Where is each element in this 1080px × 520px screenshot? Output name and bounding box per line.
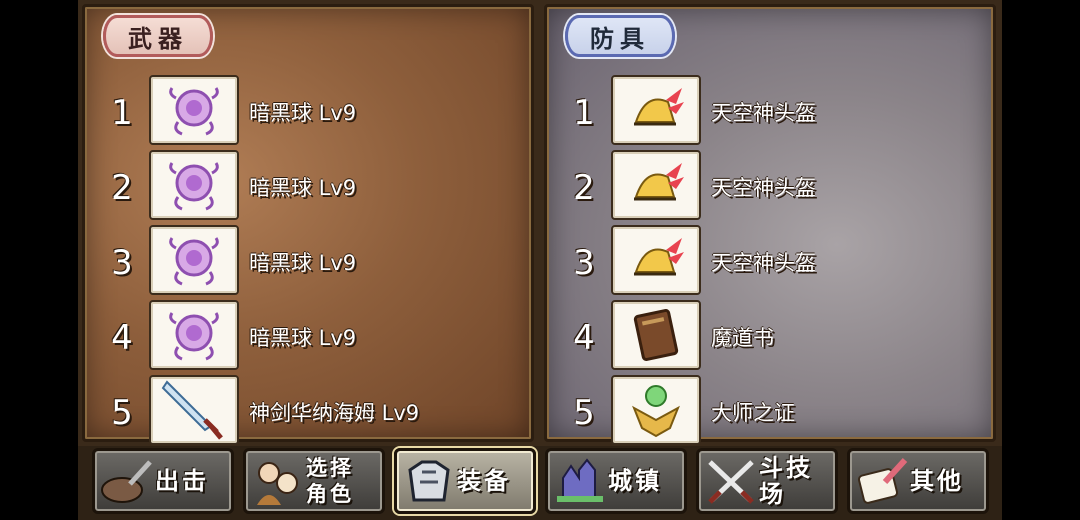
town-button[interactable]: 城镇 bbox=[545, 448, 687, 514]
weapon-name: 暗黑球 Lv9 bbox=[249, 251, 357, 275]
armor-name: 魔道书 bbox=[711, 326, 774, 350]
armor-icon bbox=[401, 453, 457, 509]
weapon-slot-4[interactable]: 4 暗黑球 Lv9 bbox=[85, 300, 531, 372]
arena-button[interactable]: 斗技场 bbox=[696, 448, 838, 514]
other-label: 其他 bbox=[910, 467, 964, 495]
armor-name: 大师之证 bbox=[711, 401, 795, 425]
weapons-panel: 武器 1 暗黑球 Lv9 2 暗黑球 Lv9 3 暗黑球 Lv9 4 暗黑球 L… bbox=[82, 4, 534, 445]
arena-label: 斗技场 bbox=[759, 454, 813, 508]
weapon-name: 暗黑球 Lv9 bbox=[249, 101, 357, 125]
characters-icon bbox=[250, 453, 306, 509]
town-label: 城镇 bbox=[608, 467, 662, 495]
armor-slot-5[interactable]: 5 大师之证 bbox=[547, 375, 993, 447]
dark-orb-icon[interactable] bbox=[149, 150, 239, 220]
armor-slot-3[interactable]: 3 天空神头盔 bbox=[547, 225, 993, 297]
game-screen: 武器 1 暗黑球 Lv9 2 暗黑球 Lv9 3 暗黑球 Lv9 4 暗黑球 L… bbox=[78, 0, 1002, 520]
slot-number: 2 bbox=[111, 168, 133, 208]
war-horn-icon bbox=[99, 453, 155, 509]
slot-number: 3 bbox=[573, 243, 595, 283]
armor-slot-1[interactable]: 1 天空神头盔 bbox=[547, 75, 993, 147]
armor-slot-4[interactable]: 4 魔道书 bbox=[547, 300, 993, 372]
sortie-button[interactable]: 出击 bbox=[92, 448, 234, 514]
slot-number: 1 bbox=[573, 93, 595, 133]
dark-orb-icon[interactable] bbox=[149, 75, 239, 145]
select-character-label: 选择角色 bbox=[306, 456, 354, 506]
slot-number: 1 bbox=[111, 93, 133, 133]
dark-orb-icon[interactable] bbox=[149, 225, 239, 295]
weapon-slot-1[interactable]: 1 暗黑球 Lv9 bbox=[85, 75, 531, 147]
armor-slot-2[interactable]: 2 天空神头盔 bbox=[547, 150, 993, 222]
winged-helmet-icon[interactable] bbox=[611, 150, 701, 220]
weapon-name: 暗黑球 Lv9 bbox=[249, 176, 357, 200]
armor-tab-label: 防具 bbox=[565, 15, 675, 57]
weapon-slot-3[interactable]: 3 暗黑球 Lv9 bbox=[85, 225, 531, 297]
select-character-button[interactable]: 选择角色 bbox=[243, 448, 385, 514]
slot-number: 3 bbox=[111, 243, 133, 283]
spellbook-icon[interactable] bbox=[611, 300, 701, 370]
slot-number: 2 bbox=[573, 168, 595, 208]
winged-helmet-icon[interactable] bbox=[611, 75, 701, 145]
equipment-button[interactable]: 装备 bbox=[394, 448, 536, 514]
slot-number: 5 bbox=[111, 393, 133, 433]
dark-orb-icon[interactable] bbox=[149, 300, 239, 370]
castle-icon bbox=[552, 453, 608, 509]
armor-name: 天空神头盔 bbox=[711, 101, 816, 125]
scroll-quill-icon bbox=[854, 453, 910, 509]
armor-panel: 防具 1 天空神头盔 2 天空神头盔 3 天空神头盔 4 魔道书 5 大师之证 bbox=[544, 4, 996, 445]
slot-number: 4 bbox=[111, 318, 133, 358]
sword-icon[interactable] bbox=[149, 375, 239, 445]
master-emblem-icon[interactable] bbox=[611, 375, 701, 445]
winged-helmet-icon[interactable] bbox=[611, 225, 701, 295]
weapon-name: 暗黑球 Lv9 bbox=[249, 326, 357, 350]
crossed-swords-icon bbox=[703, 453, 759, 509]
weapon-slot-5[interactable]: 5 神剑华纳海姆 Lv9 bbox=[85, 375, 531, 447]
equipment-label: 装备 bbox=[457, 467, 511, 495]
armor-name: 天空神头盔 bbox=[711, 251, 816, 275]
armor-name: 天空神头盔 bbox=[711, 176, 816, 200]
sortie-label: 出击 bbox=[155, 467, 209, 495]
slot-number: 5 bbox=[573, 393, 595, 433]
bottom-nav: 出击 选择角色 装备 城镇 斗技场 其他 bbox=[78, 446, 1002, 520]
weapon-slot-2[interactable]: 2 暗黑球 Lv9 bbox=[85, 150, 531, 222]
other-button[interactable]: 其他 bbox=[847, 448, 989, 514]
weapon-name: 神剑华纳海姆 Lv9 bbox=[249, 401, 420, 425]
slot-number: 4 bbox=[573, 318, 595, 358]
weapons-tab-label: 武器 bbox=[103, 15, 213, 57]
